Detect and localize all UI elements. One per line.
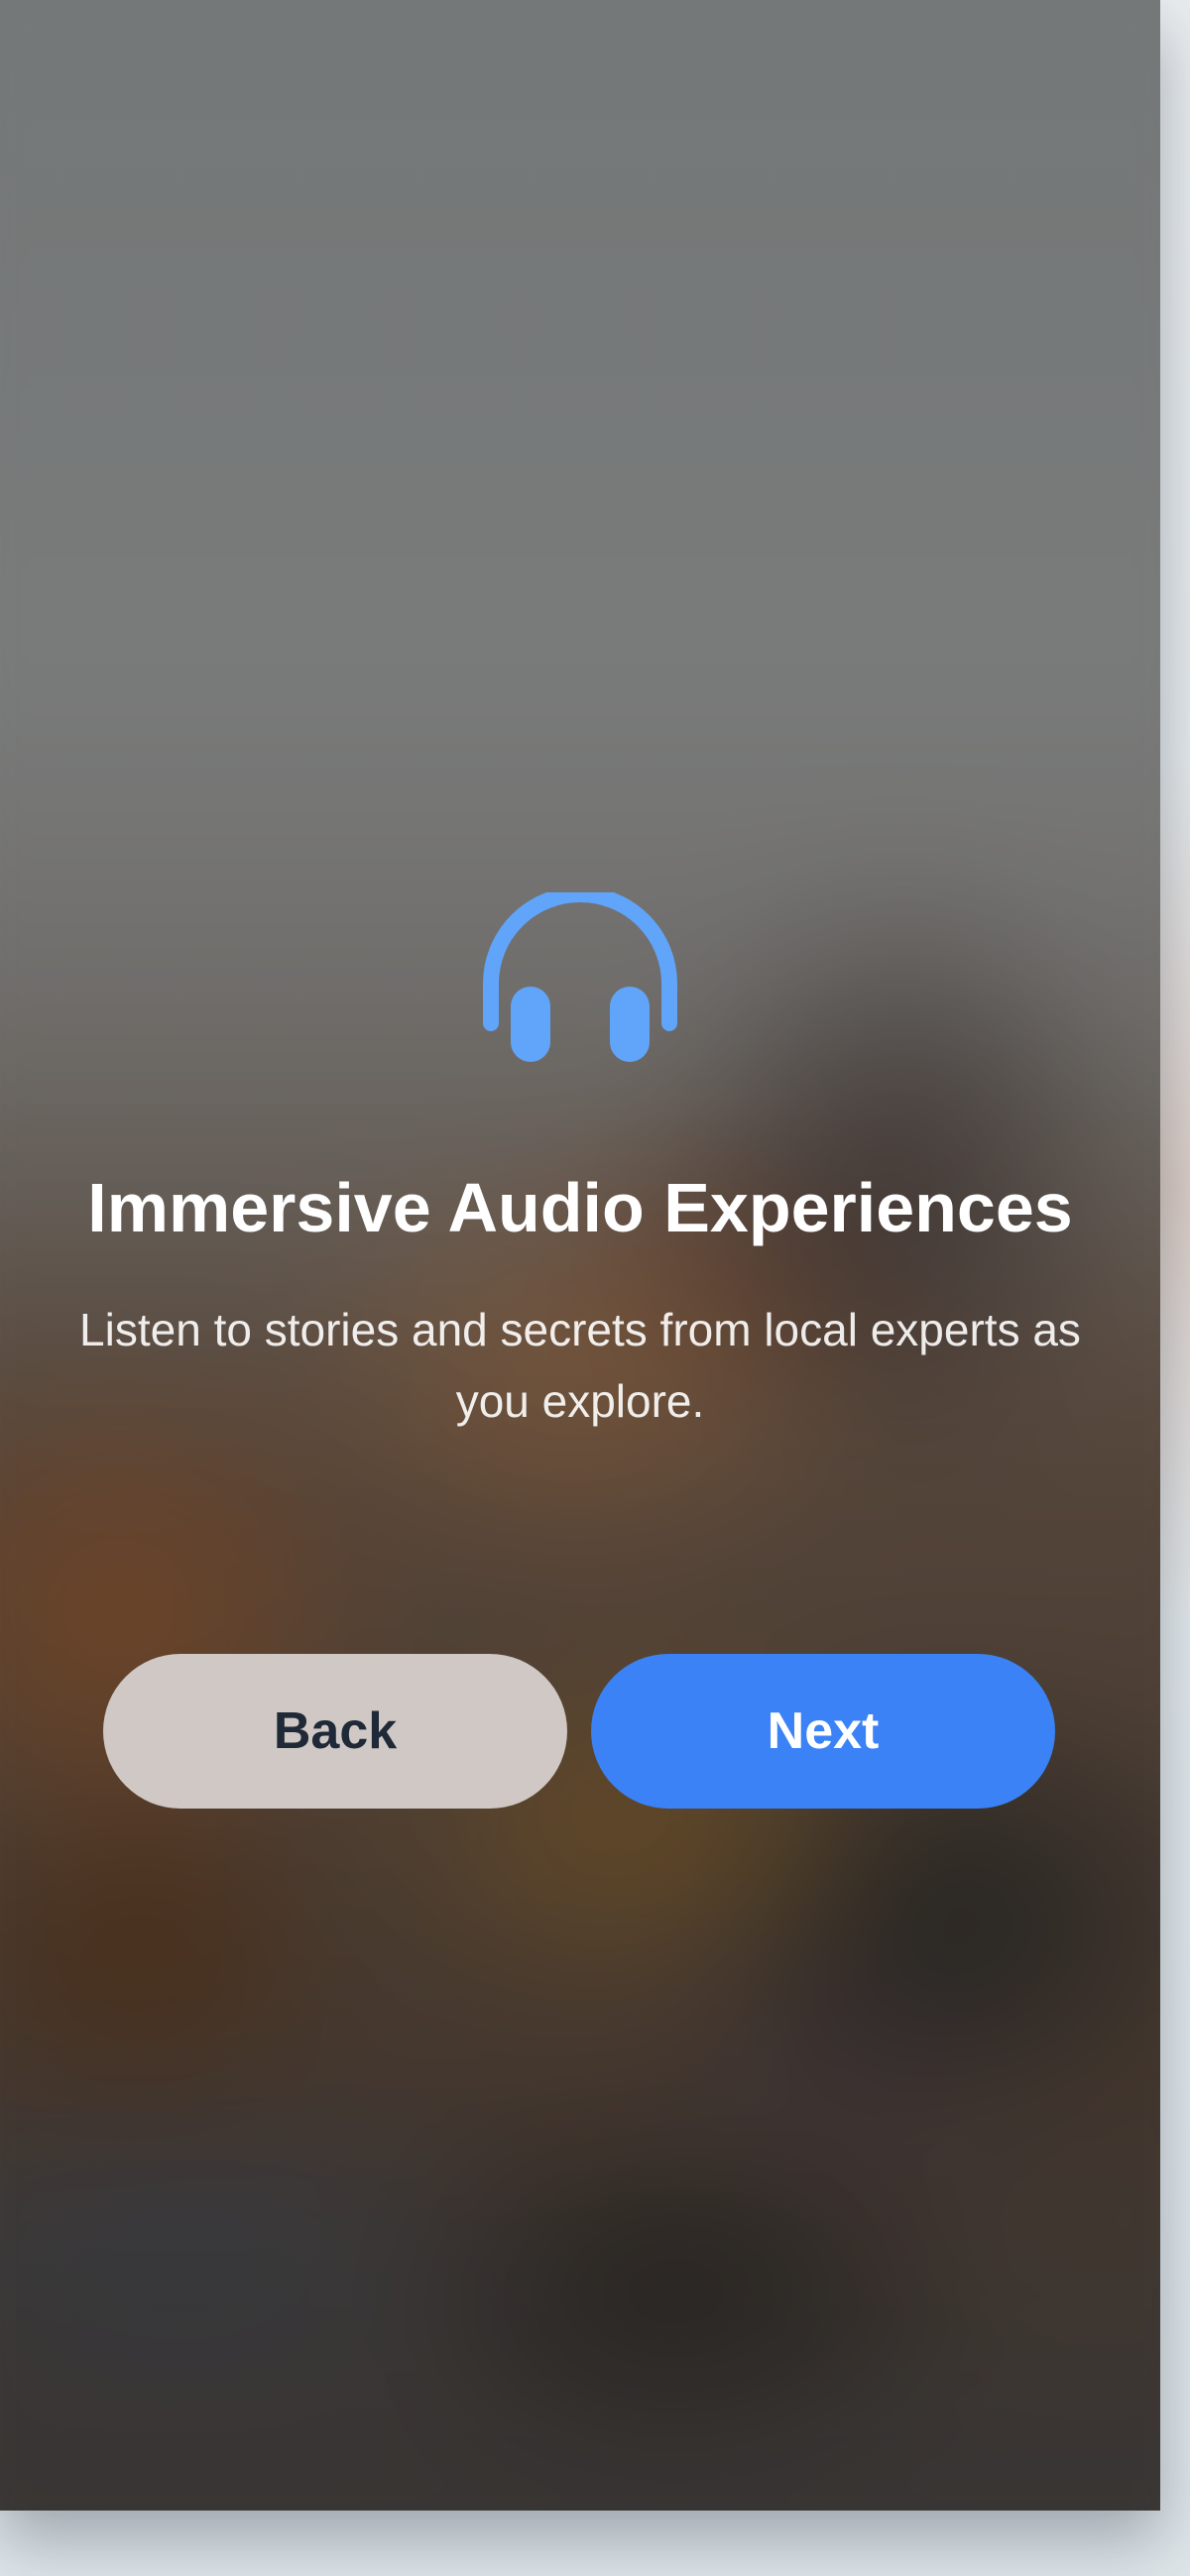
next-button[interactable]: Next [591,1654,1055,1809]
onboarding-screen: Immersive Audio Experiences Listen to st… [0,0,1160,2511]
onboarding-content: Immersive Audio Experiences Listen to st… [0,892,1160,1437]
page-subtitle: Listen to stories and secrets from local… [79,1304,1081,1427]
page: Immersive Audio Experiences Listen to st… [0,0,1190,2576]
page-title: Immersive Audio Experiences [87,1169,1073,1246]
onboarding-actions: Back Next [103,1654,1055,1809]
back-button[interactable]: Back [103,1654,567,1809]
headphones-icon [483,892,677,1062]
